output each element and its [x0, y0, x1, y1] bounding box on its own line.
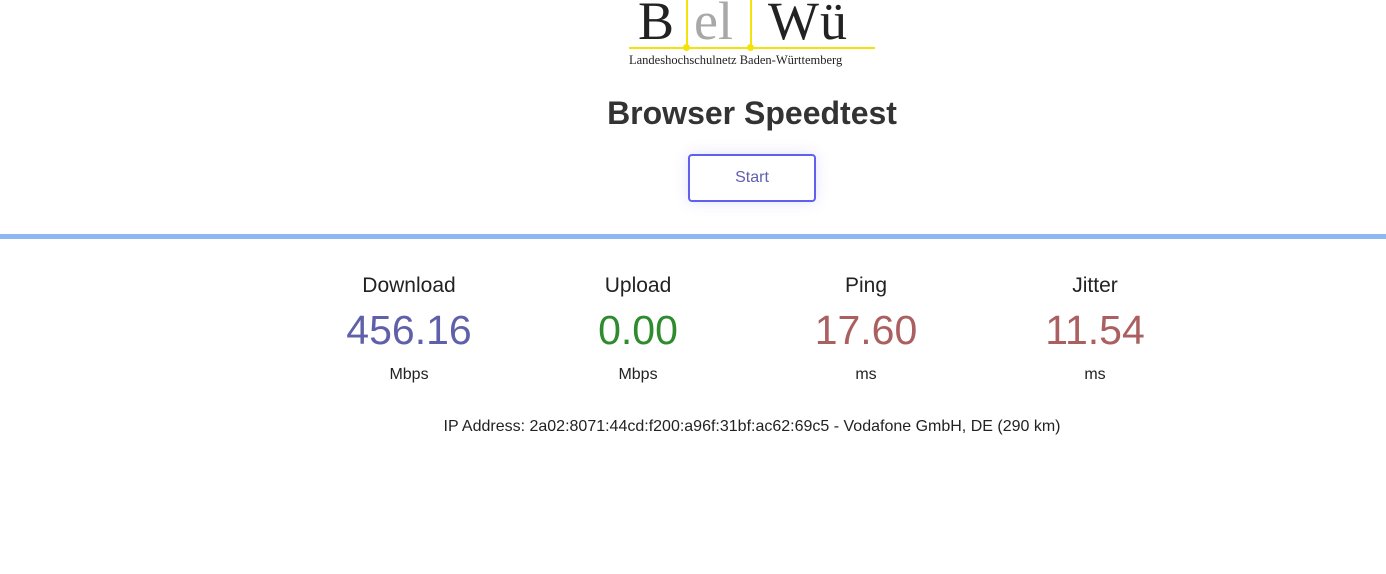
upload-unit: Mbps	[618, 366, 658, 383]
jitter-metric: Jitter 11.54 ms	[981, 272, 1209, 385]
progress-divider	[0, 234, 1386, 239]
belwue-logo: B el Wü Landeshochschulnetz Baden-Württe…	[626, 0, 878, 70]
download-unit: Mbps	[389, 366, 429, 383]
download-metric: Download 456.16 Mbps	[295, 272, 523, 385]
download-label: Download	[362, 274, 456, 297]
logo-wordmark: B el Wü	[626, 0, 878, 48]
logo-grid-dot	[747, 44, 754, 51]
ping-metric: Ping 17.60 ms	[752, 272, 980, 385]
upload-metric: Upload 0.00 Mbps	[524, 272, 752, 385]
logo-letters-el: el	[694, 0, 733, 51]
ping-label: Ping	[844, 274, 888, 297]
ping-value: 17.60	[814, 307, 918, 353]
upload-value: 0.00	[598, 307, 678, 353]
ping-unit: ms	[855, 366, 877, 383]
ip-address-info: IP Address: 2a02:8071:44cd:f200:a96f:31b…	[443, 418, 1061, 435]
logo-tagline: Landeshochschulnetz Baden-Württemberg	[629, 53, 843, 67]
download-value: 456.16	[346, 307, 472, 353]
jitter-unit: ms	[1084, 366, 1106, 383]
start-button[interactable]: Start	[688, 154, 816, 202]
upload-label: Upload	[604, 274, 672, 297]
page-title: Browser Speedtest	[607, 95, 897, 131]
logo-grid-line	[686, 0, 688, 49]
logo-grid-dot	[683, 44, 690, 51]
speedtest-page: B el Wü Landeshochschulnetz Baden-Württe…	[0, 0, 1386, 574]
logo-letters-wu: Wü	[768, 0, 848, 51]
logo-grid-line	[750, 0, 752, 49]
logo-letter-b: B	[638, 0, 675, 51]
jitter-value: 11.54	[1045, 307, 1145, 353]
jitter-label: Jitter	[1072, 274, 1118, 297]
